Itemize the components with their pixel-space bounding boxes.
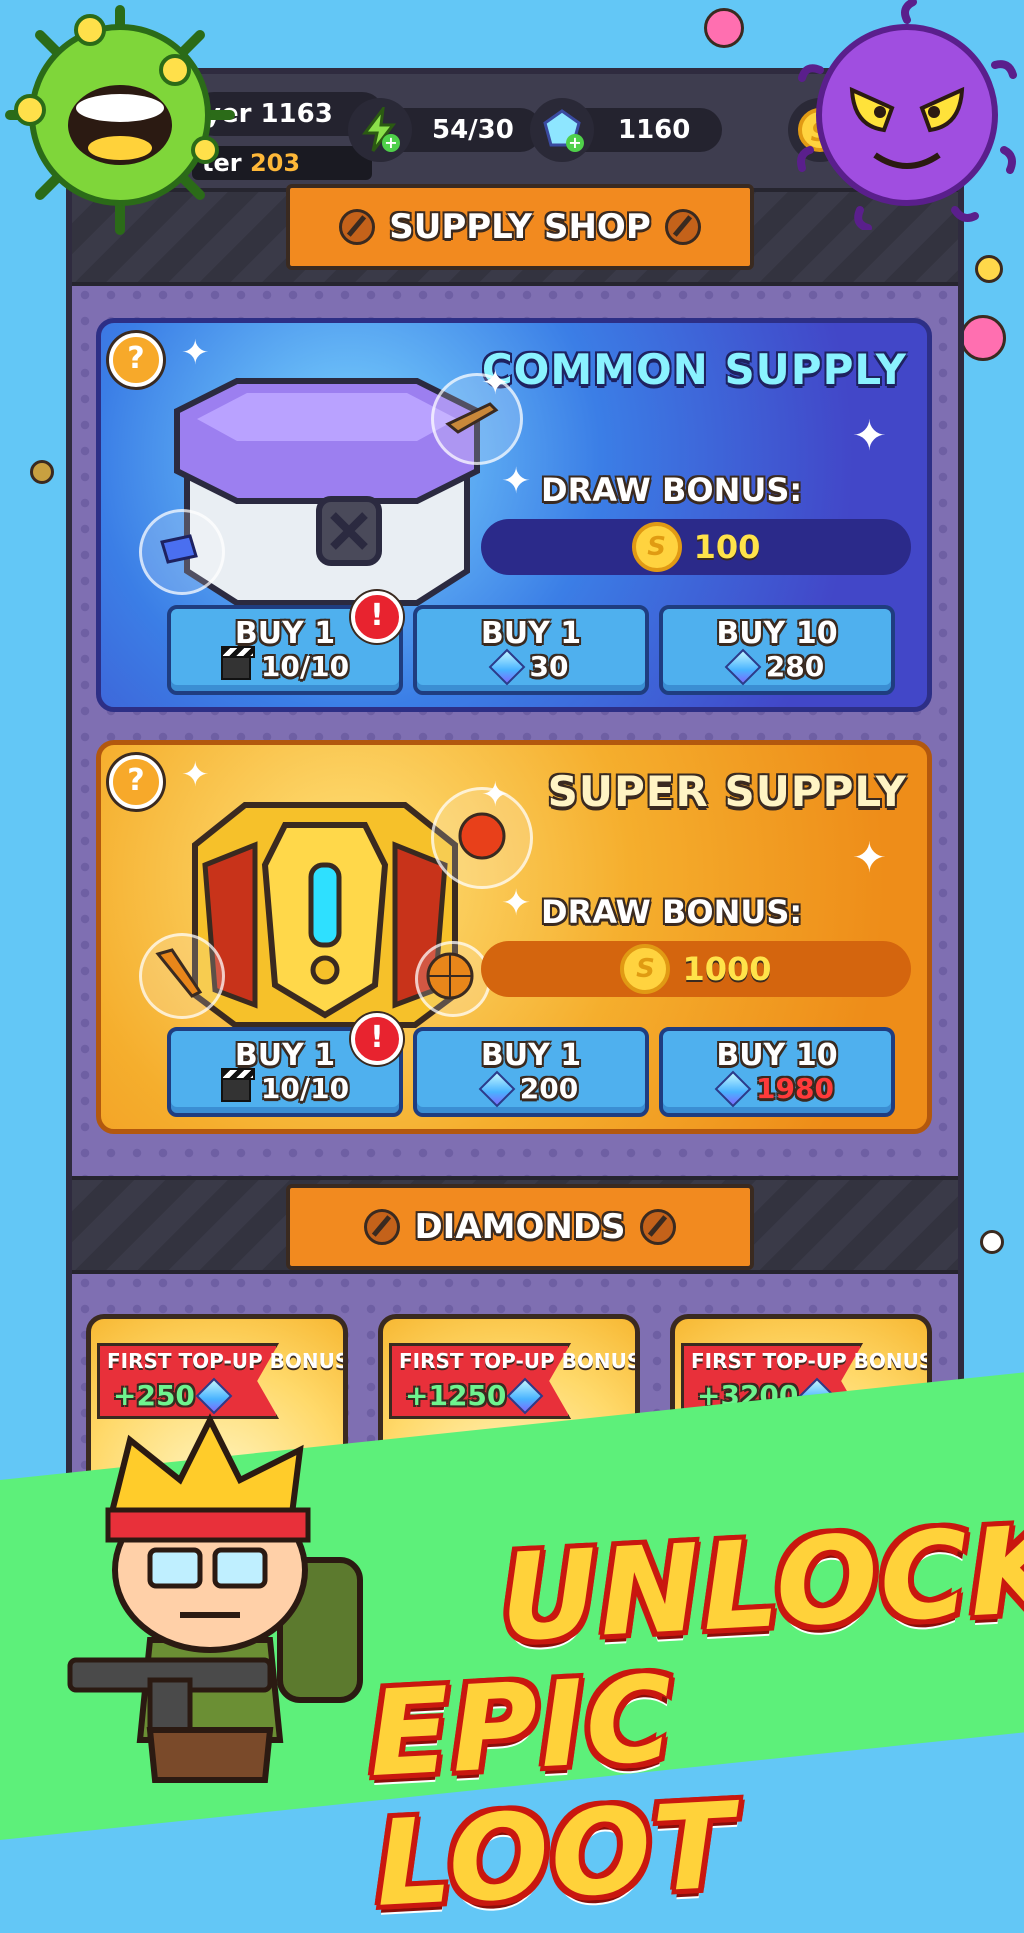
gold-coin-icon xyxy=(631,522,682,572)
gem-icon xyxy=(195,1377,233,1414)
bolt-icon xyxy=(364,1209,401,1245)
bonus-value: 1000 xyxy=(682,950,772,988)
question-icon[interactable]: ? xyxy=(109,333,163,387)
gem-icon xyxy=(714,1070,752,1108)
bolt-icon xyxy=(639,1209,676,1245)
torch-bubble xyxy=(139,933,225,1019)
decor-bubble xyxy=(975,255,1003,283)
card-title: SUPER SUPPLY xyxy=(547,767,907,816)
bonus-amount: +1250 xyxy=(405,1377,544,1414)
clapperboard-icon xyxy=(220,646,255,680)
exclamation-icon: ! xyxy=(351,591,403,643)
button-cost: 1980 xyxy=(756,1072,834,1105)
button-label: BUY 1 xyxy=(480,616,582,651)
supply-shop-title: SUPPLY SHOP xyxy=(389,207,651,247)
button-label: BUY 10 xyxy=(716,1038,838,1073)
gem-plus-icon[interactable]: + xyxy=(530,98,594,162)
gem-value: 1160 xyxy=(618,115,691,145)
bonus-label: FIRST TOP-UP BONUS xyxy=(691,1349,932,1373)
svg-text:+: + xyxy=(568,133,581,152)
gem-icon xyxy=(724,648,762,686)
draw-bonus-label: DRAW BONUS: xyxy=(541,893,803,931)
buy-button-row: BUY 1 10/10 ! BUY 1 200 BUY 10 1980 xyxy=(167,1013,895,1117)
decor-bubble xyxy=(30,460,54,484)
button-label: BUY 1 xyxy=(480,1038,582,1073)
bolt-icon xyxy=(664,209,701,245)
svg-text:+: + xyxy=(384,133,397,152)
button-label: BUY 10 xyxy=(716,616,838,651)
bonus-label: FIRST TOP-UP BONUS xyxy=(107,1349,348,1373)
decor-bubble xyxy=(704,8,744,48)
rifle-bubble xyxy=(431,373,523,465)
clapperboard-icon xyxy=(220,1068,255,1102)
lightning-plus-icon[interactable]: + xyxy=(348,98,412,162)
exclamation-icon: ! xyxy=(351,1013,403,1065)
sparkle-icon: ✦ xyxy=(851,411,887,460)
draw-bonus-bar: 1000 xyxy=(481,941,911,997)
draw-bonus-bar: 100 xyxy=(481,519,911,575)
diamonds-title: DIAMONDS xyxy=(414,1207,626,1247)
decor-bubble xyxy=(960,315,1006,361)
buy-1-ticket-button[interactable]: BUY 1 10/10 ! xyxy=(167,1013,403,1117)
green-virus-mascot xyxy=(0,0,240,240)
fire-orb-bubble xyxy=(431,787,533,889)
soldier-character xyxy=(40,1410,380,1810)
basketball-bubble xyxy=(415,941,491,1017)
bonus-amount-value: +1250 xyxy=(405,1379,507,1412)
sparkle-icon: ✦ xyxy=(851,833,887,882)
button-cost: 10/10 xyxy=(260,650,350,683)
power-value: 203 xyxy=(249,149,301,177)
question-icon[interactable]: ? xyxy=(109,755,163,809)
bonus-amount: +250 xyxy=(113,1377,233,1414)
supply-shop-banner: SUPPLY SHOP xyxy=(286,184,754,270)
buy-10-gem-button[interactable]: BUY 10 280 xyxy=(659,605,895,695)
gem-icon xyxy=(478,1070,516,1108)
buy-button-row: BUY 1 10/10 ! BUY 1 30 BUY 10 280 xyxy=(167,591,895,695)
decor-bubble xyxy=(980,1230,1004,1254)
energy-value: 54/30 xyxy=(432,115,514,145)
common-supply-card: ? COMMON SUPPLY ✦ ✦ ✦ ✦ DRAW BONUS: 100 xyxy=(96,318,932,712)
draw-bonus-label: DRAW BONUS: xyxy=(541,471,803,509)
purple-virus-mascot xyxy=(790,0,1024,232)
button-cost: 200 xyxy=(519,1072,579,1105)
gem-icon xyxy=(507,1377,544,1414)
sparkle-icon: ✦ xyxy=(501,883,532,924)
bonus-label: FIRST TOP-UP BONUS xyxy=(399,1349,640,1373)
gold-coin-icon xyxy=(620,944,671,994)
buy-10-gem-button[interactable]: BUY 10 1980 xyxy=(659,1027,895,1117)
super-supply-card: ? SUPER SUPPLY ✦ ✦ ✦ ✦ DRAW BONUS: S 100… xyxy=(96,740,932,1134)
diamonds-banner: DIAMONDS xyxy=(286,1184,754,1270)
blue-item-bubble xyxy=(139,509,225,595)
buy-1-gem-button[interactable]: BUY 1 30 xyxy=(413,605,649,695)
button-cost: 10/10 xyxy=(260,1072,350,1105)
slogan-line-2: EPIC LOOT xyxy=(365,1649,740,1933)
sparkle-icon: ✦ xyxy=(181,333,210,373)
buy-1-gem-button[interactable]: BUY 1 200 xyxy=(413,1027,649,1117)
bolt-icon xyxy=(339,209,376,245)
button-cost: 30 xyxy=(529,650,569,683)
bonus-value: 100 xyxy=(693,528,761,566)
button-cost: 280 xyxy=(765,650,825,683)
gem-icon xyxy=(488,648,525,686)
buy-1-ticket-button[interactable]: BUY 1 10/10 ! xyxy=(167,591,403,695)
sparkle-icon: ✦ xyxy=(501,461,532,502)
bonus-amount-value: +250 xyxy=(113,1379,195,1412)
card-title: COMMON SUPPLY xyxy=(481,345,907,394)
